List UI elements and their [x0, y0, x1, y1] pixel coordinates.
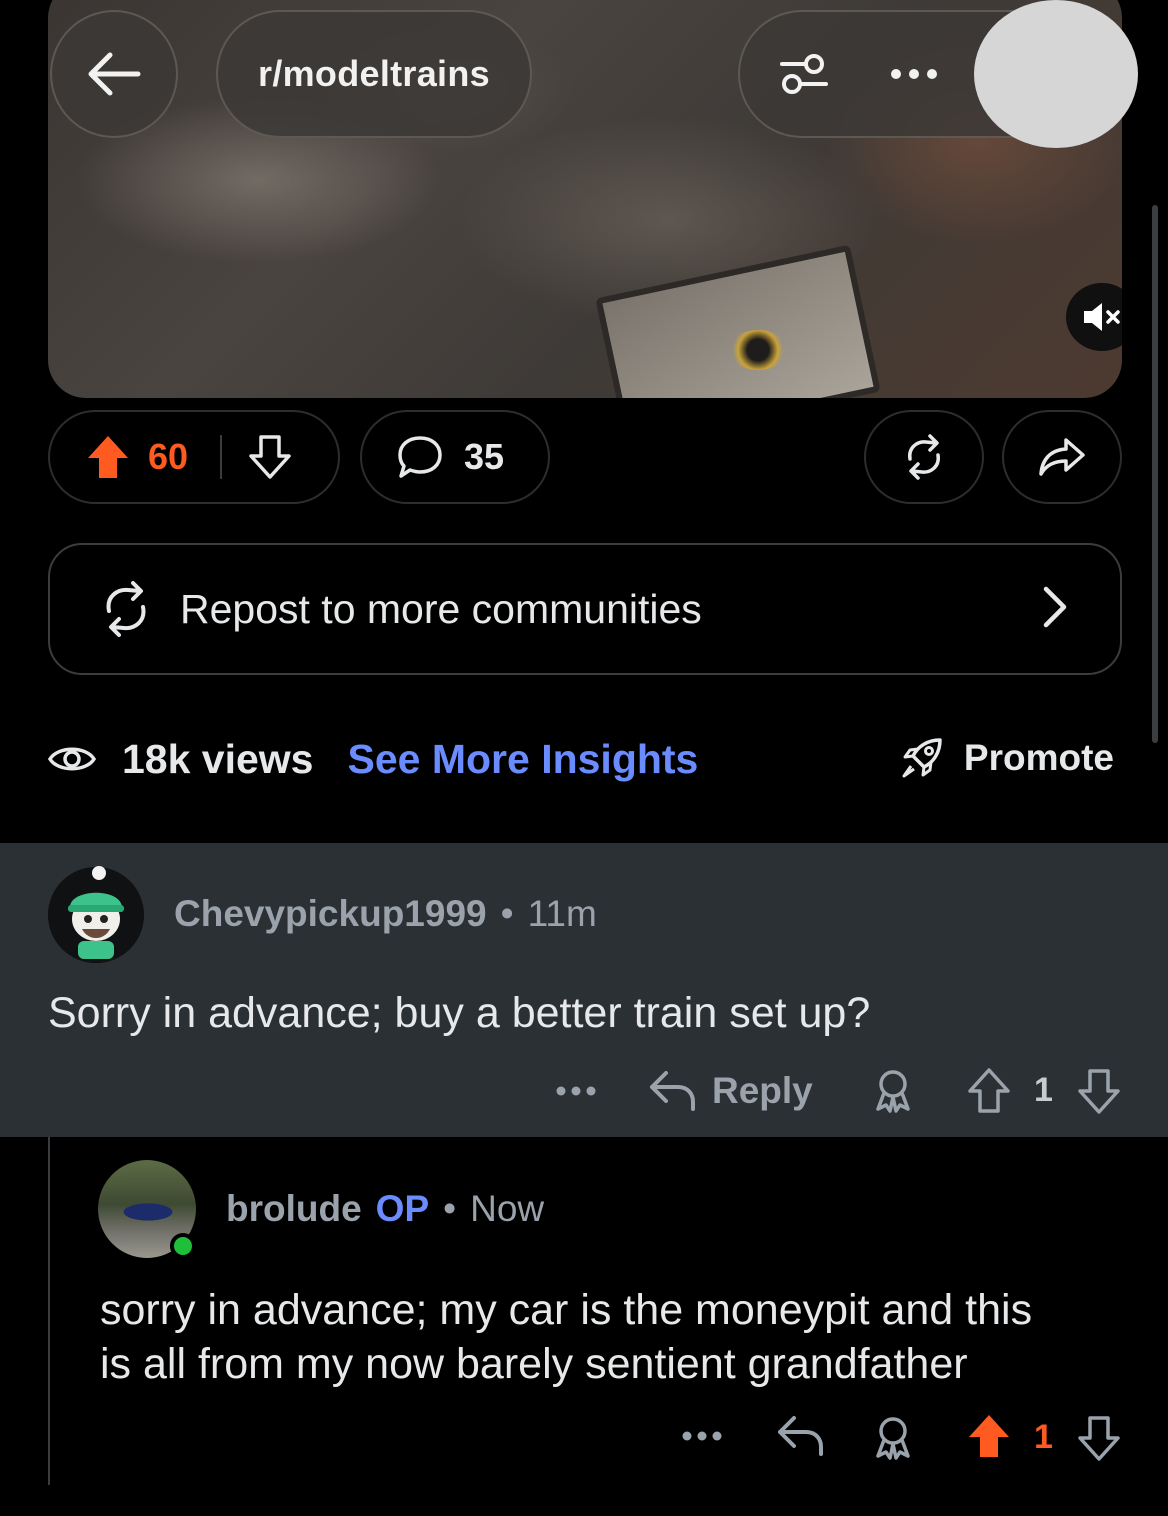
award-button[interactable]: [870, 1067, 916, 1113]
view-count: 18k views: [122, 735, 314, 782]
vote-divider: [220, 435, 223, 479]
reply-button[interactable]: Reply: [648, 1065, 813, 1117]
op-badge: OP: [375, 1188, 430, 1229]
more-options-icon[interactable]: [890, 67, 938, 81]
muted-speaker-icon: [1084, 303, 1120, 331]
comment-bubble-icon: [398, 436, 442, 478]
comment-username[interactable]: Chevypickup1999: [174, 893, 487, 935]
thread-line[interactable]: [48, 1137, 50, 1485]
upvote-count: 60: [148, 436, 189, 477]
comment-meta: Chevypickup1999 • 11m: [174, 893, 597, 935]
subreddit-name: r/modeltrains: [258, 53, 490, 94]
downvote-icon: [1078, 1069, 1120, 1114]
share-arrow-icon: [1039, 438, 1085, 476]
arrow-left-icon: [88, 52, 141, 96]
comment-downvote-button[interactable]: [1076, 1067, 1122, 1115]
filter-sliders-icon[interactable]: [778, 48, 830, 100]
comment-body: Sorry in advance; buy a better train set…: [48, 989, 871, 1037]
comment-upvote-button[interactable]: [966, 1067, 1012, 1115]
avatar-status-dot: [92, 866, 106, 880]
comments-button[interactable]: 35: [360, 410, 550, 504]
comment-timestamp: 11m: [527, 893, 597, 934]
comment-username[interactable]: brolude: [226, 1188, 362, 1230]
rocket-icon: [902, 738, 942, 778]
reply-button[interactable]: [776, 1414, 824, 1458]
snoo-avatar-icon: [48, 867, 144, 963]
reply-arrow-icon: [650, 1071, 695, 1111]
repost-to-communities-banner[interactable]: Repost to more communities: [48, 543, 1122, 675]
comment-highlighted: Chevypickup1999 • 11m Sorry in advance; …: [0, 843, 1168, 1137]
comment-count: 35: [464, 436, 505, 477]
repost-arrows-icon: [908, 434, 940, 480]
comment-more-button[interactable]: [682, 1430, 722, 1442]
award-button[interactable]: [870, 1414, 916, 1460]
more-options-icon: [556, 1086, 596, 1096]
video-frame-object: [595, 244, 881, 398]
award-icon: [876, 1417, 910, 1460]
upvote-filled-icon[interactable]: [86, 434, 130, 480]
comment-body-line: sorry in advance; my car is the moneypit…: [100, 1286, 1033, 1334]
award-icon: [876, 1070, 910, 1113]
reply-arrow-icon: [778, 1416, 823, 1456]
avatar[interactable]: [48, 867, 144, 963]
upvote-icon: [968, 1068, 1010, 1113]
see-more-insights-link[interactable]: See More Insights: [348, 736, 699, 783]
comment-body-line: is all from my now barely sentient grand…: [100, 1340, 968, 1388]
promote-button[interactable]: Promote: [900, 736, 1114, 780]
comment-body: sorry in advance; my car is the moneypit…: [100, 1283, 1140, 1391]
eye-icon: [48, 747, 96, 771]
back-button[interactable]: [50, 10, 178, 138]
comment-downvote-button[interactable]: [1076, 1414, 1122, 1462]
repost-button[interactable]: [864, 410, 984, 504]
meta-separator: •: [443, 1188, 457, 1229]
comment-upvote-button[interactable]: [966, 1412, 1012, 1460]
post-stats-row: 18k views See More Insights Promote: [48, 722, 1122, 796]
online-status-dot: [170, 1233, 196, 1259]
comment-score: 1: [1034, 1418, 1053, 1456]
share-button[interactable]: [1002, 410, 1122, 504]
promote-label: Promote: [963, 737, 1114, 778]
downvote-icon[interactable]: [248, 434, 292, 480]
chevron-right-icon: [1043, 586, 1067, 628]
comment-more-button[interactable]: [556, 1085, 596, 1097]
upvote-filled-icon: [969, 1415, 1009, 1457]
more-options-icon: [682, 1431, 722, 1441]
comment-score: 1: [1034, 1071, 1053, 1109]
comment-timestamp: Now: [470, 1188, 545, 1229]
comment-actions: Reply 1: [0, 1063, 1168, 1123]
repost-banner-label: Repost to more communities: [180, 585, 702, 632]
downvote-icon: [1078, 1416, 1120, 1461]
post-vote-pill: 60: [48, 410, 340, 504]
video-frame-detail: [728, 330, 788, 370]
reply-label: Reply: [712, 1070, 813, 1111]
meta-separator: •: [500, 893, 514, 934]
repost-arrows-icon: [106, 581, 146, 637]
redacted-avatar: [974, 0, 1138, 148]
comment-meta: brolude OP • Now: [226, 1188, 544, 1230]
unmute-button[interactable]: [1066, 283, 1122, 351]
subreddit-pill[interactable]: r/modeltrains: [216, 10, 532, 138]
scrollbar[interactable]: [1152, 205, 1158, 743]
